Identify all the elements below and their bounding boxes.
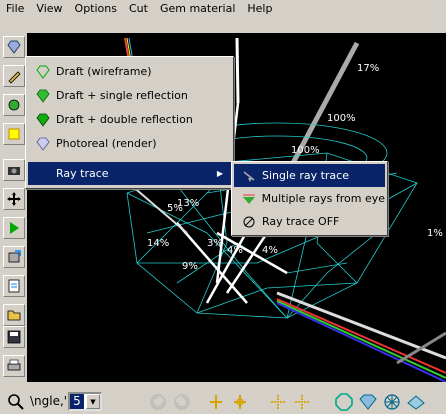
menu-help[interactable]: Help [241,0,278,18]
menu-item-ray-trace[interactable]: Ray trace ▶ [28,162,231,185]
menu-item-draft-double-reflection[interactable]: Draft + double reflection [28,108,231,131]
ray-percent-label: 100% [291,145,320,156]
view-menu: Draft (wireframe) Draft + single reflect… [25,56,234,189]
ray-percent-label: 3% [207,238,223,249]
new-file-icon [8,279,20,293]
submenu-arrow-icon: ▶ [216,169,223,178]
ray-percent-label: 9% [182,261,198,272]
multi-ray-icon [242,194,255,204]
pan-left-button[interactable] [268,392,288,412]
left-toolbar [0,33,27,383]
export-icon [8,250,21,263]
menu-file[interactable]: File [0,0,30,18]
light-icon [8,128,20,140]
gem-green-icon [36,113,50,127]
toolbar-camera-button[interactable] [3,159,25,181]
menu-options[interactable]: Options [69,0,123,18]
move-icon [7,192,21,206]
toolbar-move-button[interactable] [3,188,25,210]
menu-item-ray-trace-off[interactable]: Ray trace OFF [234,210,385,233]
rotate-cw-icon [174,394,190,410]
gem-profile-icon [407,395,425,410]
pencil-icon [8,71,21,84]
toolbar-edit-button[interactable] [3,65,25,87]
ray-percent-label: 4% [227,245,243,256]
tilt-left-button[interactable] [206,392,226,412]
ray-percent-label: 5% [167,203,183,214]
tilt-left-icon [210,395,222,409]
ray-off-icon [243,216,255,227]
menu-item-single-ray-trace[interactable]: Single ray trace [234,164,385,187]
menu-gem-material[interactable]: Gem material [154,0,241,18]
octagon-gem-icon [335,393,353,411]
ray-percent-label: 17% [357,63,380,74]
toolbar-open-button[interactable] [3,304,25,326]
toolbar-save-button[interactable] [3,326,25,348]
tilt-right-button[interactable] [230,392,250,412]
chevron-down-icon[interactable]: ▼ [86,394,100,409]
menu-item-draft-single-reflection[interactable]: Draft + single reflection [28,84,231,107]
bottom-toolbar: \ngle,' 5 ▼ [0,390,446,414]
angle-value: 5 [70,394,84,409]
zoom-button[interactable] [6,392,26,412]
menu-item-label: Draft (wireframe) [56,65,152,78]
star-gem-icon [384,394,400,410]
menu-item-label: Ray trace [56,167,109,180]
pan-left-icon [271,395,285,409]
menu-item-label: Ray trace OFF [262,215,340,228]
gem-icon [7,40,21,54]
toolbar-light-button[interactable] [3,123,25,145]
play-icon [10,222,19,234]
angle-label: \ngle,' [30,394,68,408]
view-profile-button[interactable] [406,392,426,412]
folder-open-icon [7,310,21,321]
view-side-button[interactable] [358,392,378,412]
camera-icon [8,167,20,175]
toolbar-gem-button[interactable] [3,36,25,58]
view-bottom-button[interactable] [382,392,402,412]
toolbar-play-button[interactable] [3,217,25,239]
single-ray-icon [243,170,255,182]
menu-cut[interactable]: Cut [123,0,154,18]
menubar: File View Options Cut Gem material Help [0,0,446,18]
print-icon [7,359,21,371]
rotate-ccw-button[interactable] [148,392,168,412]
ray-percent-label: 1% [427,228,443,239]
magnifier-icon [8,394,24,410]
menu-item-photoreal-render[interactable]: Photoreal (render) [28,132,231,155]
pan-right-icon [295,395,309,409]
rotate-cw-button[interactable] [172,392,192,412]
menu-view[interactable]: View [30,0,68,18]
pan-right-button[interactable] [292,392,312,412]
tilt-right-icon [234,395,246,409]
ray-percent-label: 100% [327,113,356,124]
menu-item-label: Multiple rays from eye [261,192,385,205]
menu-item-draft-wireframe[interactable]: Draft (wireframe) [28,60,231,83]
ray-percent-label: 4% [262,245,278,256]
angle-select[interactable]: 5 ▼ [68,392,102,411]
menu-item-label: Draft + single reflection [56,89,188,102]
view-top-button[interactable] [334,392,354,412]
toolbar-wand-button[interactable] [3,94,25,116]
gem-wire-icon [36,65,50,79]
gem-render-icon [36,137,50,151]
toolbar-print-button[interactable] [3,355,25,377]
menu-item-label: Photoreal (render) [56,137,157,150]
menu-item-label: Single ray trace [262,169,349,182]
menu-item-label: Draft + double reflection [56,113,193,126]
ray-trace-submenu: Single ray trace Multiple rays from eye … [231,161,388,236]
menu-item-multiple-rays-from-eye[interactable]: Multiple rays from eye [234,187,385,210]
toolbar-export-button[interactable] [3,246,25,268]
toolbar-new-button[interactable] [3,275,25,297]
rotate-ccw-icon [150,394,166,410]
save-disk-icon [7,330,21,344]
gem-green-icon [36,89,50,103]
gem-color-icon [8,99,20,111]
gem-side-icon [359,394,377,410]
ray-percent-label: 14% [147,238,170,249]
